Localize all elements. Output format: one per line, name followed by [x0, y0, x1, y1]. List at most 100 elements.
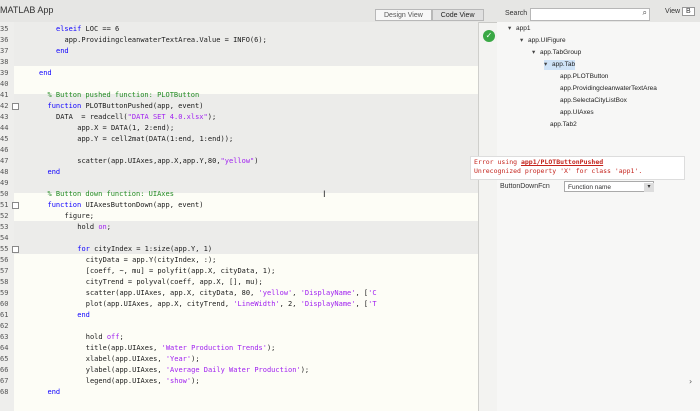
code-editor[interactable]: 35 elseif LOC == 6 36 app.Providingcleanwat…: [0, 22, 479, 411]
code-line[interactable]: 42 function PLOTButtonPushed(app, event): [0, 101, 478, 112]
callback-select[interactable]: Function name: [564, 181, 654, 192]
tree-node[interactable]: ▾ app.TabGroup: [532, 48, 581, 58]
code-token: );: [191, 355, 200, 363]
view-dropdown[interactable]: View B: [665, 7, 695, 16]
line-number: 45: [0, 135, 9, 143]
code-line[interactable]: 68 end: [0, 387, 478, 398]
code-token: ;: [106, 223, 111, 231]
code-token: PLOTButtonPushed(app, event): [85, 102, 204, 110]
chevron-down-icon[interactable]: ▾: [544, 60, 552, 70]
code-line[interactable]: 56 cityData = app.Y(cityIndex, :);: [0, 255, 478, 266]
code-line[interactable]: 60 plot(app.UIAxes, app.X, cityTrend, 'Li…: [0, 299, 478, 310]
code-line[interactable]: 63 hold off;: [0, 332, 478, 343]
check-icon: ✓: [483, 30, 495, 42]
code-line[interactable]: 41 % Button pushed function: PLOTButton: [0, 90, 478, 101]
code-line[interactable]: 36 app.ProvidingcleanwaterTextArea.Value …: [0, 35, 478, 46]
code-token: end: [47, 168, 61, 176]
chevron-down-icon[interactable]: ▾: [644, 183, 654, 192]
code-token: scatter(app.UIAxes,app.X,app.Y,80,: [77, 157, 221, 165]
tree-node-label: app.Tab: [552, 61, 576, 68]
code-token: elseif LOC == 6: [56, 25, 120, 33]
code-line[interactable]: 53 hold on;: [0, 222, 478, 233]
code-line[interactable]: 49: [0, 178, 478, 189]
code-line[interactable]: 40: [0, 79, 478, 90]
code-line[interactable]: 52 figure;: [0, 211, 478, 222]
code-line[interactable]: 62: [0, 321, 478, 332]
code-token: end: [47, 388, 61, 396]
code-line[interactable]: 43 DATA = readcell("DATA SET 4.0.xlsx");: [0, 112, 478, 123]
line-number: 65: [0, 355, 9, 363]
code-line[interactable]: 38: [0, 57, 478, 68]
code-token: app.X = DATA(1, 2:end);: [77, 124, 175, 132]
code-line[interactable]: 54: [0, 233, 478, 244]
tree-node[interactable]: ▾ app.Tab: [544, 60, 576, 70]
code-token: );: [207, 113, 217, 121]
line-number: 41: [0, 91, 9, 99]
fold-toggle-icon[interactable]: [12, 202, 19, 209]
error-link[interactable]: app1/PLOTButtonPushed: [521, 158, 603, 166]
search-label: Search: [505, 10, 528, 17]
fold-toggle-icon[interactable]: [12, 246, 19, 253]
code-line[interactable]: 46: [0, 145, 478, 156]
tree-node[interactable]: ▾ app1: [508, 24, 530, 34]
tree-node[interactable]: app.Tab2: [542, 120, 577, 130]
tree-node[interactable]: ▾ app.UIFigure: [520, 36, 566, 46]
code-line[interactable]: 65 xlabel(app.UIAxes, 'Year');: [0, 354, 478, 365]
code-line[interactable]: 44 app.X = DATA(1, 2:end);: [0, 123, 478, 134]
code-line[interactable]: 37 end: [0, 46, 478, 57]
code-text: % Button down function: UIAxes: [48, 189, 174, 200]
code-line[interactable]: 35 elseif LOC == 6: [0, 24, 478, 35]
line-number: 58: [0, 278, 9, 286]
tree-node-label: app.UIAxes: [560, 109, 594, 116]
code-line[interactable]: 61 end: [0, 310, 478, 321]
fold-toggle-icon[interactable]: [12, 103, 19, 110]
view-value: B: [682, 7, 695, 16]
chevron-down-icon[interactable]: ▾: [532, 48, 540, 58]
code-line[interactable]: 59 scatter(app.UIAxes, app.X, cityData, 8…: [0, 288, 478, 299]
line-number: 35: [0, 25, 9, 33]
code-line[interactable]: 48 end: [0, 167, 478, 178]
search-field[interactable]: ⌕: [530, 8, 665, 25]
code-line[interactable]: 45 app.Y = cell2mat(DATA(1:end, 1:end));: [0, 134, 478, 145]
code-text: end: [77, 310, 90, 321]
code-view-button[interactable]: Code View: [431, 9, 484, 21]
code-text: end: [48, 167, 61, 178]
chevron-down-icon[interactable]: ▾: [508, 24, 516, 34]
tree-node[interactable]: app.SelectaCityListBox: [552, 96, 627, 106]
design-view-button[interactable]: Design View: [375, 9, 432, 21]
line-number: 47: [0, 157, 9, 165]
code-line[interactable]: 57 [coeff, ~, mu] = polyfit(app.X, cityDa…: [0, 266, 478, 277]
code-line[interactable]: 58 cityTrend = polyval(coeff, app.X, [], …: [0, 277, 478, 288]
code-text: function UIAxesButtonDown(app, event): [48, 200, 204, 211]
code-token: hold: [85, 333, 107, 341]
code-token: % Button down function: UIAxes: [47, 190, 174, 198]
code-line[interactable]: 39 end: [0, 68, 478, 79]
view-toggle: Design View Code View: [375, 9, 484, 21]
code-text: xlabel(app.UIAxes, 'Year');: [86, 354, 200, 365]
tree-node[interactable]: app.PLOTButton: [552, 72, 608, 82]
code-token: ): [254, 157, 259, 165]
code-line[interactable]: 50 % Button down function: UIAxes: [0, 189, 478, 200]
code-text: end: [56, 46, 69, 57]
code-token: "DATA SET 4.0.xlsx": [127, 113, 208, 121]
scroll-right-icon[interactable]: ›: [689, 377, 692, 386]
code-token: cityIndex = 1:size(app.Y, 1): [94, 245, 213, 253]
code-line[interactable]: 47 scatter(app.UIAxes,app.X,app.Y,80,"yel…: [0, 156, 478, 167]
code-line[interactable]: 67 legend(app.UIAxes, 'show');: [0, 376, 478, 387]
line-number: 56: [0, 256, 9, 264]
code-line[interactable]: 55 for cityIndex = 1:size(app.Y, 1): [0, 244, 478, 255]
tree-node[interactable]: app.ProvidingcleanwaterTextArea: [552, 84, 657, 94]
code-line[interactable]: 51 function UIAxesButtonDown(app, event): [0, 200, 478, 211]
tree-node[interactable]: app.UIAxes: [552, 108, 594, 118]
tree-node-label: app.TabGroup: [540, 49, 582, 56]
chevron-down-icon[interactable]: ▾: [520, 36, 528, 46]
code-line[interactable]: 66 ylabel(app.UIAxes, 'Average Daily Wate…: [0, 365, 478, 376]
code-token: off: [106, 333, 120, 341]
app-title: MATLAB App: [0, 5, 54, 15]
line-number: 48: [0, 168, 9, 176]
code-line[interactable]: 64 title(app.UIAxes, 'Water Production Tr…: [0, 343, 478, 354]
code-text: hold off;: [86, 332, 124, 343]
code-token: ,: [292, 289, 301, 297]
code-token: 'T: [368, 300, 377, 308]
line-number: 64: [0, 344, 9, 352]
